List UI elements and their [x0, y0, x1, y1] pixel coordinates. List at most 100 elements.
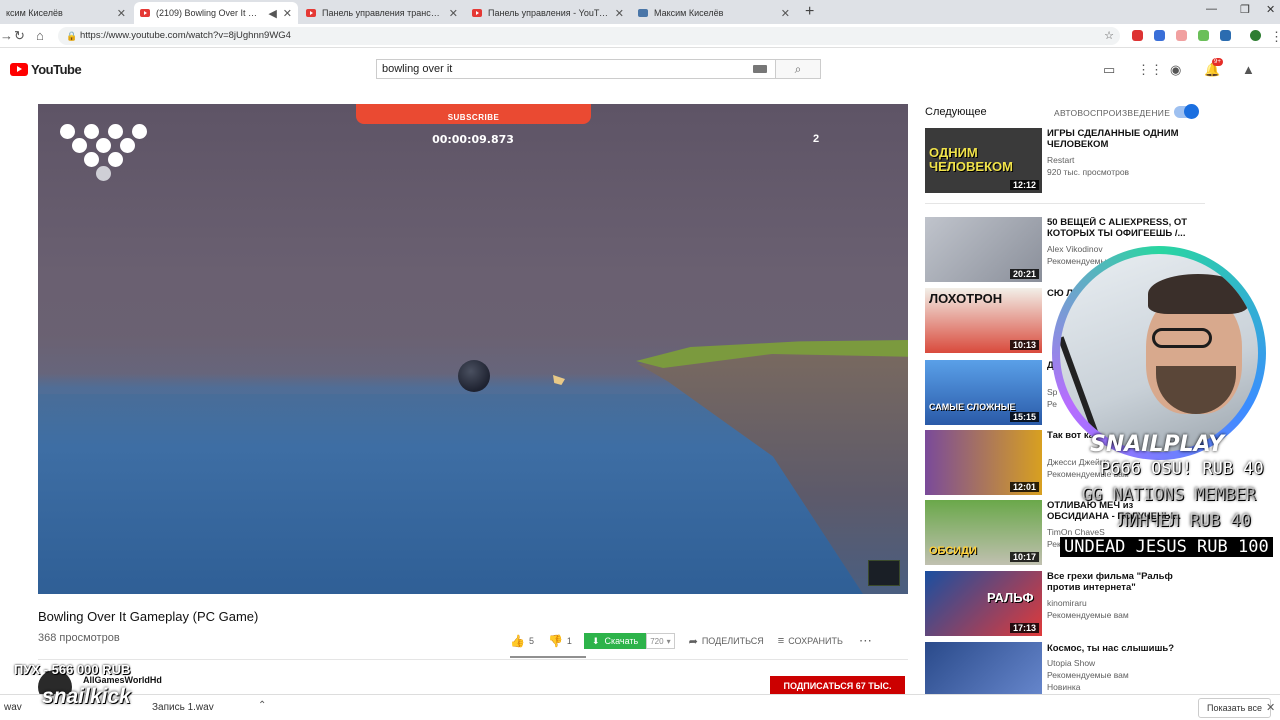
- window-minimize-button[interactable]: —: [1206, 3, 1217, 15]
- bowling-ball: [458, 360, 490, 392]
- like-button[interactable]: 👍 5: [510, 634, 534, 648]
- browser-tab-active[interactable]: (2109) Bowling Over It Gam ◀ ✕: [134, 2, 298, 24]
- thumbnail-text: ОДНИМ ЧЕЛОВЕКОМ: [929, 145, 1013, 174]
- browser-tab[interactable]: Максим Киселёв ✕: [632, 2, 796, 24]
- chevron-up-icon[interactable]: ⌃: [258, 700, 266, 711]
- video-player[interactable]: SUBSCRIBE 00:00:09.873 2: [38, 104, 908, 594]
- pin-icon: [108, 152, 123, 167]
- search-input[interactable]: bowling over it: [376, 59, 776, 79]
- new-tab-button[interactable]: +: [805, 3, 814, 21]
- window-restore-button[interactable]: ❐: [1240, 3, 1250, 16]
- cliff-rock: [638, 344, 908, 594]
- url-field[interactable]: 🔒 https://www.youtube.com/watch?v=8jUghn…: [58, 27, 1120, 45]
- recommended-video[interactable]: РАЛЬФ 17:13 Все грехи фильма "Ральф прот…: [925, 571, 1205, 637]
- share-button[interactable]: ➦ ПОДЕЛИТЬСЯ: [689, 635, 764, 648]
- extension-icon[interactable]: [1176, 30, 1187, 41]
- autoplay-toggle[interactable]: [1174, 104, 1199, 119]
- save-button[interactable]: ≡ СОХРАНИТЬ: [778, 635, 843, 647]
- youtube-header: YouTube bowling over it ⌕: [0, 48, 1280, 90]
- like-count: 5: [528, 636, 534, 646]
- extension-icon[interactable]: [1132, 30, 1143, 41]
- subscribe-overlay-button[interactable]: SUBSCRIBE: [356, 104, 591, 124]
- bowling-pins-indicator: [60, 124, 150, 184]
- recommended-title[interactable]: ИГРЫ СДЕЛАННЫЕ ОДНИМ ЧЕЛОВЕКОМ: [1047, 128, 1197, 150]
- show-all-downloads-button[interactable]: Показать все: [1198, 698, 1271, 718]
- tab-title: ксим Киселёв: [6, 8, 63, 18]
- browser-tab-bar: ксим Киселёв ✕ (2109) Bowling Over It Ga…: [0, 0, 1280, 24]
- video-title: Bowling Over It Gameplay (PC Game): [38, 609, 259, 624]
- tab-close-icon[interactable]: ✕: [781, 7, 790, 20]
- tab-close-icon[interactable]: ✕: [615, 7, 624, 20]
- youtube-logo[interactable]: YouTube: [10, 62, 82, 77]
- video-thumbnail[interactable]: ЛОХОТРОН 10:13: [925, 288, 1042, 353]
- more-actions-icon[interactable]: ⋯: [859, 633, 872, 649]
- video-thumbnail[interactable]: РАЛЬФ 17:13: [925, 571, 1042, 636]
- video-thumbnail[interactable]: [925, 642, 1042, 694]
- video-thumbnail[interactable]: ОБСИДИ 10:17: [925, 500, 1042, 565]
- recommended-title[interactable]: Космос, ты нас слышишь?: [1047, 643, 1197, 654]
- donation-line: GG NATIONS MEMBER: [1082, 485, 1256, 505]
- recommended-channel: Alex Vikodinov: [1047, 244, 1103, 254]
- youtube-logo-text: YouTube: [31, 62, 82, 77]
- bookmark-star-icon[interactable]: ☆: [1104, 27, 1114, 45]
- autoplay-label: АВТОВОСПРОИЗВЕДЕНИЕ: [1054, 108, 1171, 118]
- streamer-hair: [1148, 274, 1248, 314]
- youtube-favicon-icon: [140, 9, 150, 17]
- extension-icon[interactable]: [1198, 30, 1209, 41]
- pin-icon: [72, 138, 87, 153]
- apps-grid-icon[interactable]: ⋮⋮: [1137, 62, 1163, 78]
- account-avatar-icon[interactable]: ▲: [1242, 62, 1255, 77]
- tab-close-icon[interactable]: ✕: [449, 7, 458, 20]
- duration-badge: 20:21: [1009, 269, 1039, 279]
- profile-avatar-icon[interactable]: [1250, 30, 1261, 41]
- thumbnail-text: РАЛЬФ: [987, 590, 1034, 605]
- video-thumbnail[interactable]: ОДНИМ ЧЕЛОВЕКОМ 12:12: [925, 128, 1042, 193]
- close-downloads-icon[interactable]: ✕: [1266, 701, 1275, 714]
- search-button[interactable]: ⌕: [776, 59, 821, 79]
- video-thumbnail[interactable]: 12:01: [925, 430, 1042, 495]
- download-item[interactable]: wav: [4, 702, 22, 713]
- subscribe-button[interactable]: ПОДПИСАТЬСЯ 67 ТЫС.: [770, 676, 905, 696]
- recommended-video[interactable]: Космос, ты нас слышишь? Utopia Show Реко…: [925, 642, 1205, 694]
- dislike-button[interactable]: 👎 1: [548, 634, 572, 648]
- keyboard-icon[interactable]: [753, 65, 767, 73]
- download-count[interactable]: 720 ▾: [646, 633, 675, 649]
- create-video-icon[interactable]: ▭: [1103, 62, 1115, 78]
- back-arrow-icon[interactable]: →: [0, 28, 13, 43]
- download-item[interactable]: Запись 1.wav: [152, 702, 214, 713]
- tab-close-icon[interactable]: ✕: [283, 7, 292, 20]
- audio-icon[interactable]: ◀: [268, 7, 276, 20]
- video-thumbnail[interactable]: САМЫЕ СЛОЖНЫЕ 15:15: [925, 360, 1042, 425]
- tab-title: Максим Киселёв: [654, 8, 724, 18]
- browser-menu-icon[interactable]: ⋮: [1270, 29, 1280, 45]
- extension-icon[interactable]: [1154, 30, 1165, 41]
- download-button[interactable]: ⬇ Скачать: [583, 633, 647, 649]
- channel-watermark[interactable]: [868, 560, 900, 586]
- browser-tab[interactable]: ксим Киселёв ✕: [0, 2, 132, 24]
- download-arrow-icon: ⬇: [591, 635, 600, 646]
- video-thumbnail[interactable]: 20:21: [925, 217, 1042, 282]
- browser-tab[interactable]: Панель управления - YouTube ✕: [466, 2, 630, 24]
- recommended-title[interactable]: Все грехи фильма "Ральф против интернета…: [1047, 571, 1197, 593]
- window-close-button[interactable]: ✕: [1266, 3, 1275, 16]
- reload-icon[interactable]: ↻: [14, 28, 25, 44]
- duration-badge: 10:17: [1009, 552, 1039, 562]
- messages-icon[interactable]: ◉: [1170, 62, 1181, 78]
- home-icon[interactable]: ⌂: [36, 28, 44, 43]
- divider: [38, 659, 908, 660]
- thumbnail-text: ЛОХОТРОН: [929, 291, 1003, 306]
- tab-title: Панель управления - YouTube: [488, 8, 609, 18]
- pin-icon: [96, 166, 111, 181]
- recommended-meta: 920 тыс. просмотров: [1047, 167, 1130, 177]
- address-bar-row: → ↻ ⌂ 🔒 https://www.youtube.com/watch?v=…: [0, 24, 1280, 48]
- recommended-video[interactable]: ОДНИМ ЧЕЛОВЕКОМ 12:12 ИГРЫ СДЕЛАННЫЕ ОДН…: [925, 128, 1205, 194]
- webcam-feed: [1060, 254, 1258, 452]
- extension-icon[interactable]: [1220, 30, 1231, 41]
- tab-close-icon[interactable]: ✕: [117, 7, 126, 20]
- recommended-channel: Restart: [1047, 155, 1075, 165]
- playlist-add-icon: ≡: [777, 635, 785, 647]
- recommended-title[interactable]: 50 ВЕЩЕЙ С ALIEXPRESS, ОТ КОТОРЫХ ТЫ ОФИ…: [1047, 217, 1197, 239]
- recommended-channel: Utopia Show: [1047, 658, 1096, 668]
- browser-tab[interactable]: Панель управления трансляция ✕: [300, 2, 464, 24]
- duration-badge: 12:01: [1009, 482, 1039, 492]
